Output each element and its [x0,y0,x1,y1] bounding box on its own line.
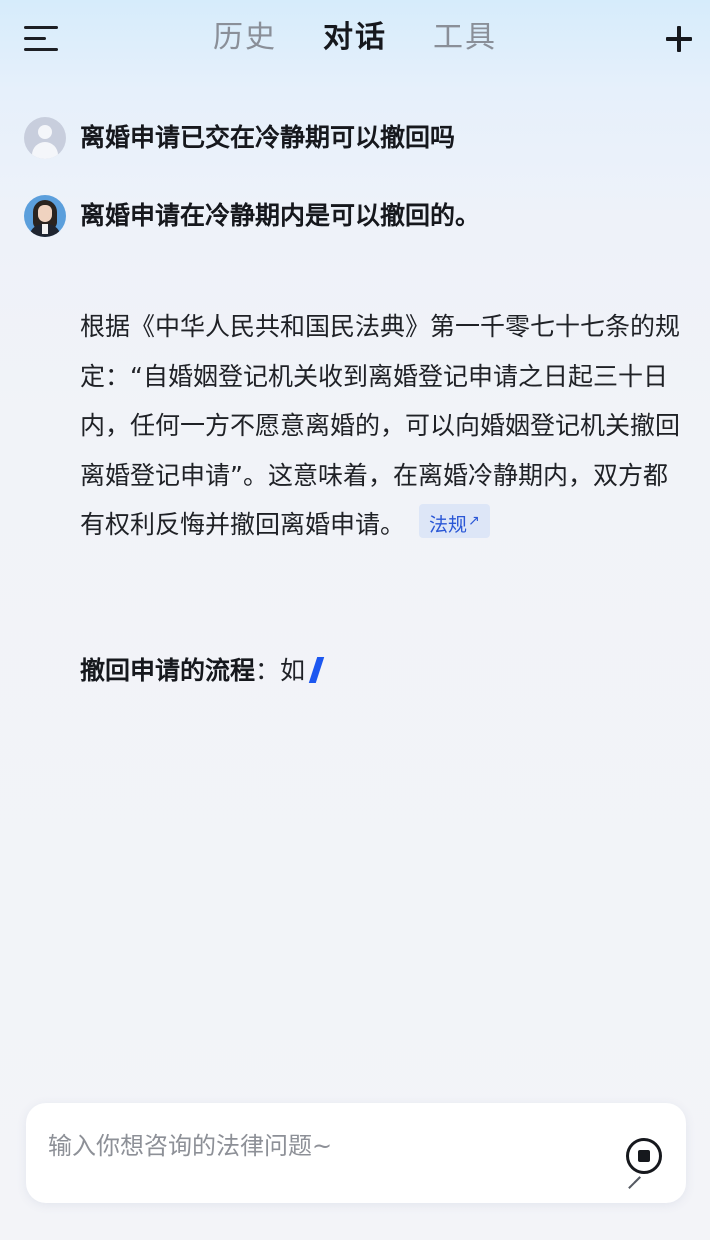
answer-paragraph: 根据《中华人民共和国民法典》第一千零七十七条的规定：“自婚姻登记机关收到离婚登记… [80,312,681,539]
assistant-avatar [24,195,66,237]
user-question-text: 离婚申请已交在冷静期可以撤回吗 [80,123,456,152]
process-text: ：如 [255,656,306,685]
user-message: 离婚申请已交在冷静期可以撤回吗 [24,117,455,159]
assistant-headline: 离婚申请在冷静期内是可以撤回的。 [80,201,481,230]
question-input[interactable] [48,1129,608,1179]
process-heading: 撤回申请的流程 [80,656,256,685]
tab-bar: 历史 对话 工具 [0,18,710,58]
plus-icon[interactable] [664,24,694,54]
law-tag-label: 法规 [429,514,468,536]
tab-history[interactable]: 历史 [213,18,277,58]
tab-tools[interactable]: 工具 [433,18,497,58]
composer [26,1103,686,1203]
tab-chat[interactable]: 对话 [323,18,387,58]
law-reference-tag[interactable]: 法规↗ [419,504,490,538]
assistant-message-header: 离婚申请在冷静期内是可以撤回的。 [24,195,480,237]
typing-cursor-icon [308,657,325,683]
assistant-answer: 根据《中华人民共和国民法典》第一千零七十七条的规定：“自婚姻登记机关收到离婚登记… [80,302,684,550]
external-link-icon: ↗ [468,513,480,529]
process-section: 撤回申请的流程：如 [80,648,325,694]
top-bar: 历史 对话 工具 [0,0,710,80]
user-avatar [24,117,66,159]
stop-icon[interactable] [626,1138,662,1174]
